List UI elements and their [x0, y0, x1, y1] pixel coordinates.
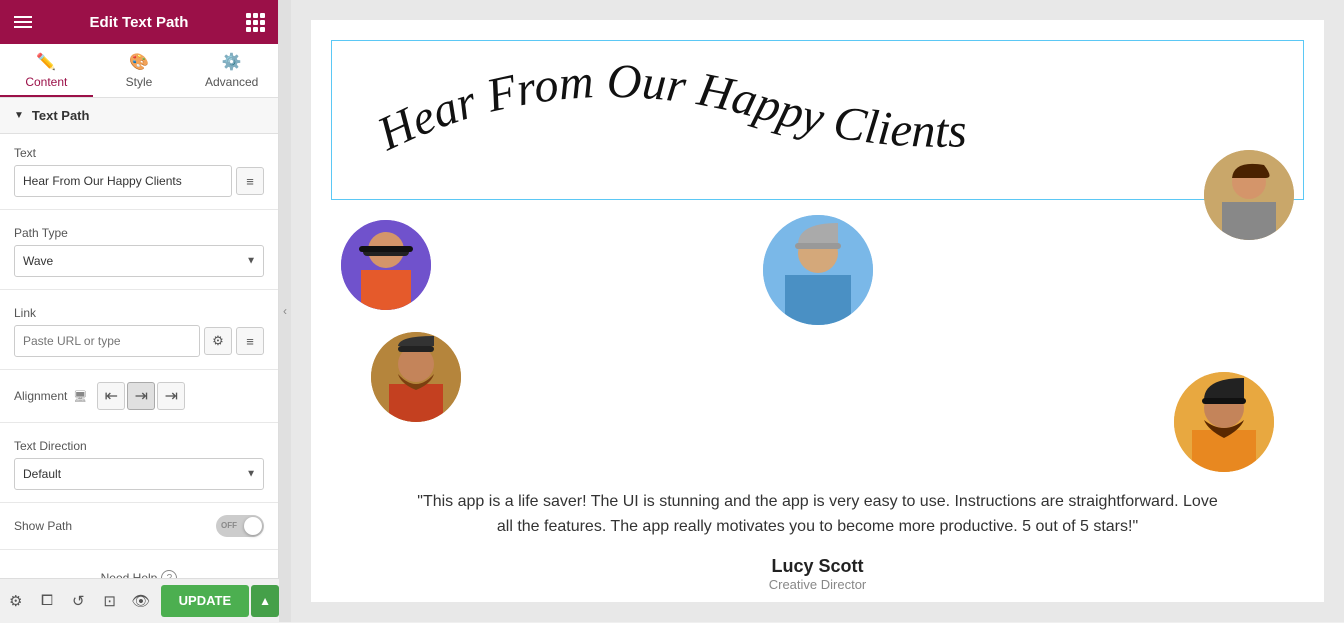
avatar-bottom-left: [371, 332, 461, 422]
text-direction-select[interactable]: Default LTR RTL: [14, 458, 264, 490]
align-center-button[interactable]: ⇥: [127, 382, 155, 410]
avatar-top-left: [341, 220, 431, 310]
tab-content-label: Content: [25, 75, 67, 89]
path-type-row: Wave Arc Circle Line ▼: [14, 245, 264, 277]
text-input[interactable]: [14, 165, 232, 197]
footer-layers-icon[interactable]: ⧠: [31, 579, 62, 623]
align-right-button[interactable]: ⇥: [157, 382, 185, 410]
text-field-group: Text ≡: [0, 134, 278, 205]
divider-5: [0, 502, 278, 503]
section-arrow-icon: ▼: [14, 110, 24, 121]
show-path-row: Show Path OFF: [0, 507, 278, 545]
testimonial-title: Creative Director: [411, 577, 1224, 592]
link-input-row: ⚙ ≡: [14, 325, 264, 357]
align-left-button[interactable]: ⇤: [97, 382, 125, 410]
toggle-knob: [244, 517, 262, 535]
hamburger-icon[interactable]: [14, 16, 32, 28]
collapse-handle[interactable]: ‹: [279, 0, 291, 622]
path-type-label: Path Type: [14, 226, 264, 240]
section-text-path[interactable]: ▼ Text Path: [0, 98, 278, 134]
link-gear-icon[interactable]: ⚙: [204, 327, 232, 355]
alignment-label: Alignment 🖥: [14, 389, 87, 403]
style-tab-icon: 🎨: [129, 52, 149, 72]
panel-header: Edit Text Path: [0, 0, 278, 44]
left-panel: Edit Text Path ✏️ Content 🎨 Style ⚙️ Adv…: [0, 0, 279, 622]
alignment-buttons: ⇤ ⇥ ⇥: [97, 382, 185, 410]
text-direction-label: Text Direction: [14, 439, 264, 453]
footer-settings-icon[interactable]: ⚙: [0, 579, 31, 623]
show-path-label: Show Path: [14, 519, 72, 533]
update-arrow-button[interactable]: ▲: [251, 585, 279, 617]
avatar-bottom-right-svg: [1174, 372, 1274, 472]
content-tab-icon: ✏️: [36, 52, 56, 72]
testimonial-name: Lucy Scott: [411, 556, 1224, 577]
avatar-top-right: [1204, 150, 1294, 240]
avatar-center-svg: [763, 215, 873, 325]
panel-footer: ⚙ ⧠ ↺ ⊡ 👁 UPDATE ▲: [0, 578, 279, 622]
divider-3: [0, 369, 278, 370]
divider-4: [0, 422, 278, 423]
svg-text:Hear From Our Happy Clients: Hear From Our Happy Clients: [369, 55, 967, 161]
avatar-top-right-svg: [1204, 150, 1294, 240]
grid-icon[interactable]: [246, 13, 264, 32]
divider-1: [0, 209, 278, 210]
canvas-content: Hear From Our Happy Clients: [311, 20, 1324, 602]
link-label: Link: [14, 306, 264, 320]
tab-content[interactable]: ✏️ Content: [0, 44, 93, 97]
path-type-select-wrapper: Wave Arc Circle Line ▼: [14, 245, 264, 277]
text-direction-row: Default LTR RTL ▼: [14, 458, 264, 490]
text-direction-field-group: Text Direction Default LTR RTL ▼: [0, 427, 278, 498]
tab-style[interactable]: 🎨 Style: [93, 44, 186, 97]
avatar-top-left-svg: [341, 220, 431, 310]
chevron-left-icon: ‹: [283, 304, 287, 318]
alignment-row: Alignment 🖥 ⇤ ⇥ ⇥: [0, 374, 278, 418]
canvas-area: Hear From Our Happy Clients: [291, 0, 1344, 622]
advanced-tab-icon: ⚙️: [222, 52, 242, 72]
link-input[interactable]: [14, 325, 200, 357]
footer-responsive-icon[interactable]: ⊡: [94, 579, 125, 623]
link-field-group: Link ⚙ ≡: [0, 294, 278, 365]
link-options-icon[interactable]: ≡: [236, 327, 264, 355]
footer-history-icon[interactable]: ↺: [63, 579, 94, 623]
path-type-select[interactable]: Wave Arc Circle Line: [14, 245, 264, 277]
text-path-container: Hear From Our Happy Clients: [331, 40, 1304, 200]
tab-advanced-label: Advanced: [205, 75, 258, 89]
panel-body: ▼ Text Path Text ≡ Path Type Wave Arc Ci…: [0, 98, 278, 622]
avatar-center: [763, 215, 873, 325]
section-text-path-label: Text Path: [32, 108, 90, 123]
alignment-monitor-icon: 🖥: [73, 390, 87, 403]
divider-2: [0, 289, 278, 290]
toggle-off-label: OFF: [221, 515, 237, 537]
avatar-bottom-left-svg: [371, 332, 461, 422]
text-options-icon[interactable]: ≡: [236, 167, 264, 195]
panel-title: Edit Text Path: [90, 14, 189, 31]
text-direction-select-wrapper: Default LTR RTL ▼: [14, 458, 264, 490]
tab-style-label: Style: [126, 75, 153, 89]
text-label: Text: [14, 146, 264, 160]
footer-eye-icon[interactable]: 👁: [125, 579, 156, 623]
divider-6: [0, 549, 278, 550]
avatar-bottom-right: [1174, 372, 1274, 472]
panel-tabs: ✏️ Content 🎨 Style ⚙️ Advanced: [0, 44, 278, 98]
alignment-label-text: Alignment: [14, 389, 67, 403]
testimonial-quote: "This app is a life saver! The UI is stu…: [411, 489, 1224, 540]
testimonial-section: "This app is a life saver! The UI is stu…: [411, 489, 1224, 592]
wave-text-svg: Hear From Our Happy Clients: [332, 41, 1303, 201]
text-input-row: ≡: [14, 165, 264, 197]
path-type-field-group: Path Type Wave Arc Circle Line ▼: [0, 214, 278, 285]
update-button[interactable]: UPDATE: [161, 585, 249, 617]
show-path-toggle[interactable]: OFF: [216, 515, 264, 537]
tab-advanced[interactable]: ⚙️ Advanced: [185, 44, 278, 97]
